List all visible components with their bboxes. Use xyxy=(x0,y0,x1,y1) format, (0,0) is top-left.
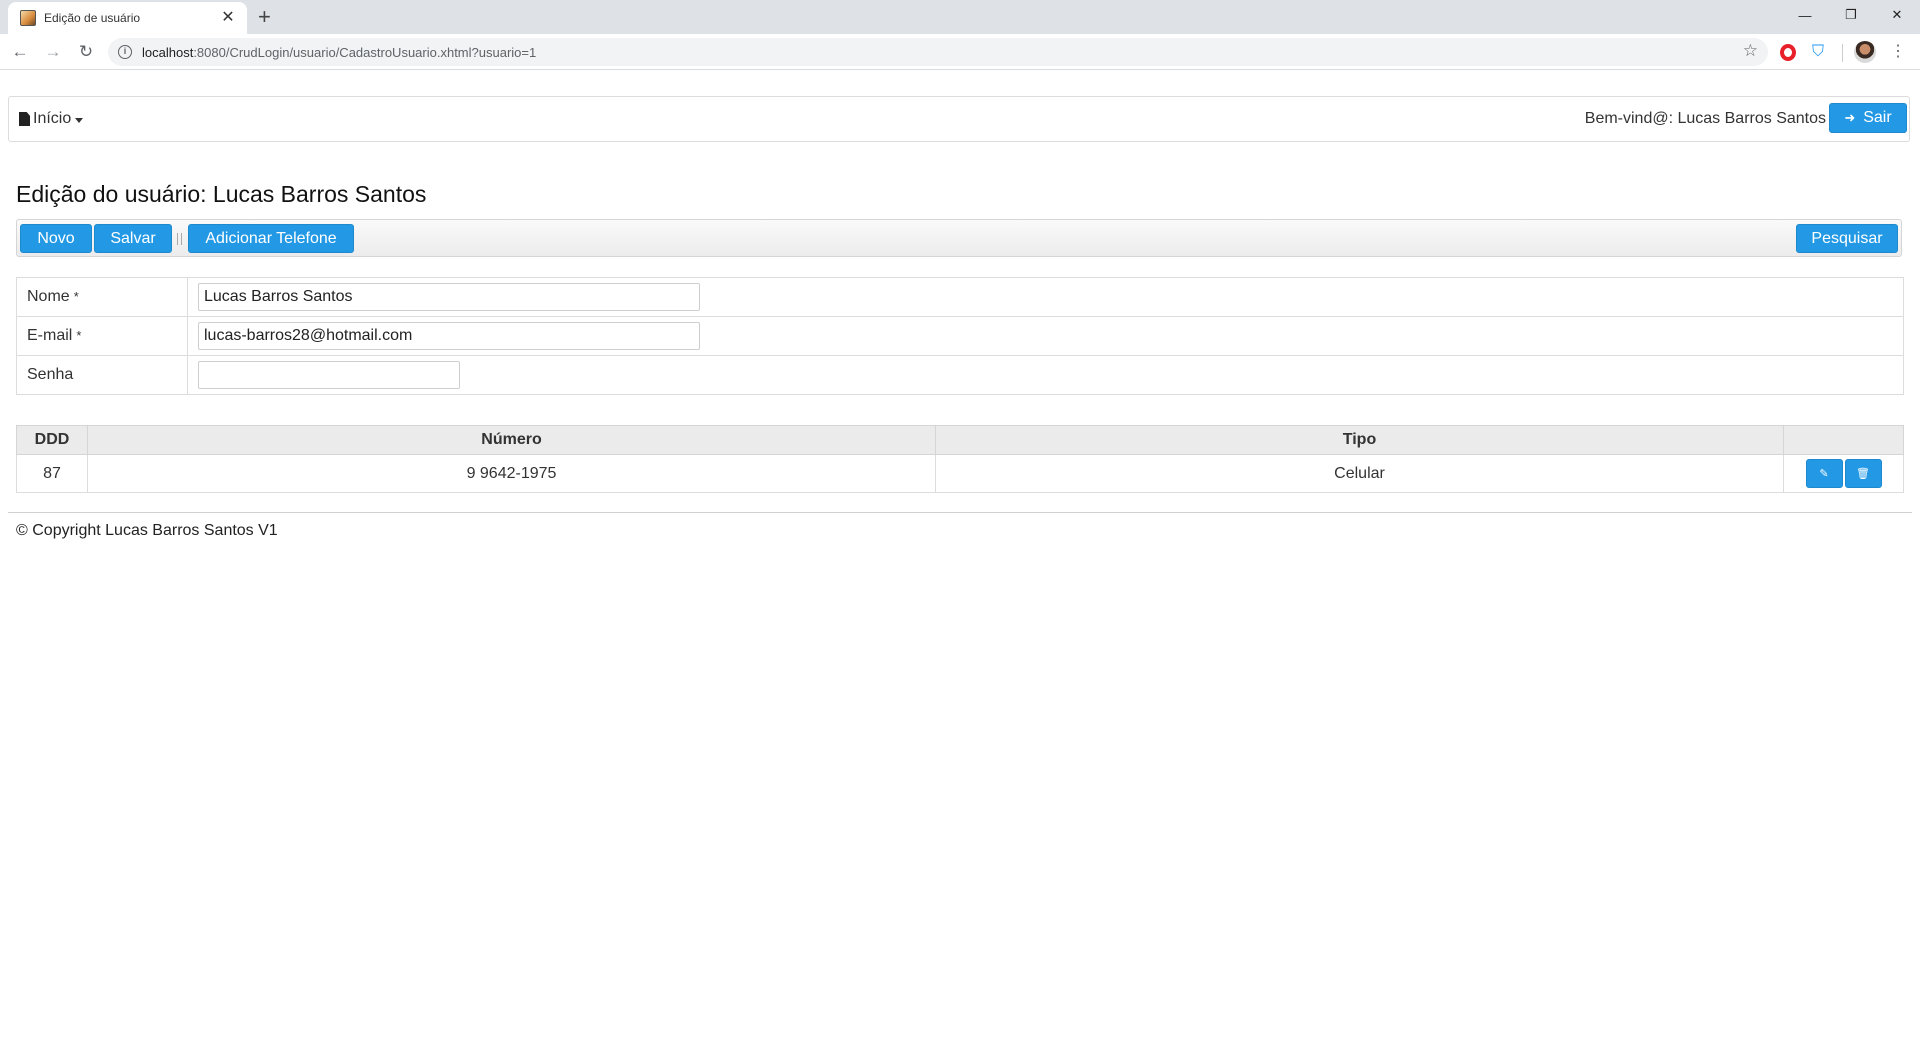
table-row: 87 9 9642-1975 Celular ✎ 🗑 xyxy=(16,454,1904,493)
cell-actions: ✎ 🗑 xyxy=(1783,454,1904,493)
minimize-button[interactable]: — xyxy=(1782,0,1828,30)
cell-numero: 9 9642-1975 xyxy=(87,454,936,493)
sign-out-icon: ➜ xyxy=(1844,110,1856,125)
start-menu[interactable]: Início xyxy=(19,110,84,128)
logout-button[interactable]: ➜ Sair xyxy=(1829,103,1907,133)
page-title: Edição do usuário: Lucas Barros Santos xyxy=(16,181,427,207)
email-field-cell: lucas-barros28@hotmail.com xyxy=(187,316,1904,356)
delete-phone-button[interactable]: 🗑 xyxy=(1844,459,1882,488)
footer-copyright: © Copyright Lucas Barros Santos V1 xyxy=(16,522,278,539)
restore-button[interactable]: ❐ xyxy=(1828,0,1874,30)
required-marker: * xyxy=(76,328,82,343)
bookmark-star-icon[interactable]: ☆ xyxy=(1743,41,1758,61)
opera-extension-icon[interactable] xyxy=(1778,42,1798,62)
footer-divider xyxy=(8,512,1912,513)
name-row: Nome * Lucas Barros Santos xyxy=(16,277,1904,317)
shield-extension-icon[interactable]: ⛉ xyxy=(1808,42,1828,62)
cell-ddd: 87 xyxy=(16,454,88,493)
email-row: E-mail * lucas-barros28@hotmail.com xyxy=(16,316,1904,356)
new-button[interactable]: Novo xyxy=(20,224,92,253)
app-navbar: Início Bem-vind@: Lucas Barros Santos ➜ … xyxy=(8,96,1910,142)
email-label-cell: E-mail * xyxy=(16,316,188,356)
reload-icon[interactable]: ↻ xyxy=(74,40,98,64)
trash-icon: 🗑 xyxy=(1856,468,1870,480)
required-marker: * xyxy=(73,289,79,304)
start-menu-label: Início xyxy=(33,110,72,127)
welcome-text: Bem-vind@: Lucas Barros Santos xyxy=(1584,110,1826,127)
name-input[interactable]: Lucas Barros Santos xyxy=(198,283,700,311)
password-field-cell xyxy=(187,355,1904,395)
column-header-tipo[interactable]: Tipo xyxy=(935,425,1784,455)
logout-label: Sair xyxy=(1863,109,1892,126)
name-label-cell: Nome * xyxy=(16,277,188,317)
cell-tipo: Celular xyxy=(935,454,1784,493)
email-input[interactable]: lucas-barros28@hotmail.com xyxy=(198,322,700,350)
password-label: Senha xyxy=(27,366,74,383)
browser-tab-strip: Edição de usuário ✕ + — ❐ ✕ xyxy=(0,0,1920,34)
name-label: Nome xyxy=(27,288,70,305)
profile-avatar[interactable] xyxy=(1854,41,1876,63)
tab-title: Edição de usuário xyxy=(44,11,141,25)
table-header-row: DDD Número Tipo xyxy=(16,425,1904,455)
save-button[interactable]: Salvar xyxy=(94,224,172,253)
window-controls: — ❐ ✕ xyxy=(1782,0,1920,30)
back-arrow-icon[interactable]: ← xyxy=(8,40,32,64)
pencil-icon: ✎ xyxy=(1819,468,1829,480)
site-info-icon[interactable]: i xyxy=(118,45,132,59)
column-header-ddd[interactable]: DDD xyxy=(16,425,88,455)
browser-menu-icon[interactable]: ⋮ xyxy=(1890,41,1906,63)
column-header-actions xyxy=(1783,425,1904,455)
column-header-numero[interactable]: Número xyxy=(87,425,936,455)
caret-down-icon xyxy=(75,117,84,123)
address-bar[interactable]: i localhost:8080/CrudLogin/usuario/Cadas… xyxy=(108,38,1768,66)
name-field-cell: Lucas Barros Santos xyxy=(187,277,1904,317)
document-icon xyxy=(19,112,30,126)
edit-phone-button[interactable]: ✎ xyxy=(1805,459,1843,488)
toolbar-divider xyxy=(1842,44,1843,62)
url-path: :8080/CrudLogin/usuario/CadastroUsuario.… xyxy=(193,44,537,60)
phones-table: DDD Número Tipo 87 9 9642-1975 Celular ✎… xyxy=(16,425,1904,493)
url-host: localhost xyxy=(142,44,194,60)
add-phone-button[interactable]: Adicionar Telefone xyxy=(188,224,354,253)
favicon-icon xyxy=(20,10,36,26)
user-form: Nome * Lucas Barros Santos E-mail * lucas-… xyxy=(16,277,1904,395)
password-row: Senha xyxy=(16,355,1904,395)
browser-toolbar: ← → ↻ i localhost:8080/CrudLogin/usuario… xyxy=(0,34,1920,70)
password-label-cell: Senha xyxy=(16,355,188,395)
password-input[interactable] xyxy=(198,361,460,389)
form-toolbar: Novo Salvar Adicionar Telefone Pesquisar xyxy=(16,219,1902,257)
search-button[interactable]: Pesquisar xyxy=(1796,224,1898,253)
forward-arrow-icon[interactable]: → xyxy=(41,40,65,64)
close-window-button[interactable]: ✕ xyxy=(1874,0,1920,30)
browser-tab[interactable]: Edição de usuário ✕ xyxy=(8,2,247,34)
new-tab-button[interactable]: + xyxy=(258,5,271,29)
close-tab-icon[interactable]: ✕ xyxy=(219,9,237,27)
toolbar-separator xyxy=(177,233,182,245)
email-label: E-mail xyxy=(27,327,73,344)
